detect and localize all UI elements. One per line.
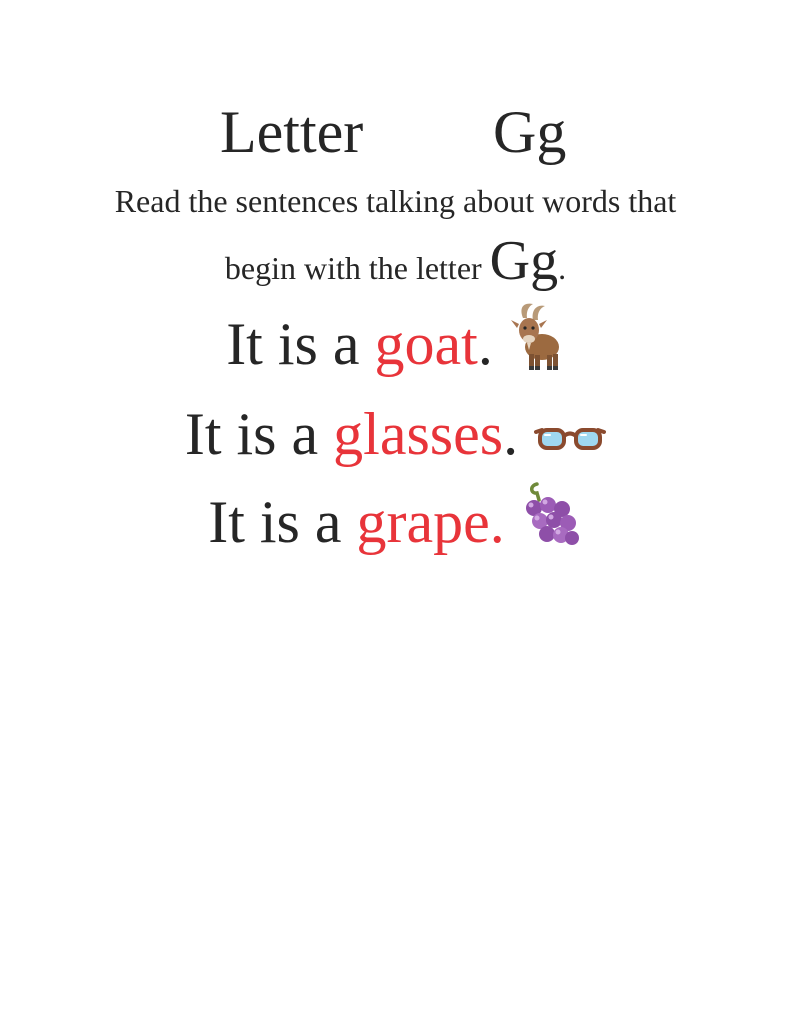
sentence-keyword: goat (374, 311, 478, 377)
instruction-line-1: Read the sentences talking about words t… (114, 183, 677, 219)
sentence-prefix: It is a (226, 311, 375, 377)
grapes-icon (521, 480, 583, 568)
sentence-glasses: It is a glasses. (0, 396, 791, 478)
sentence-keyword: grape. (356, 489, 505, 555)
sentence-prefix: It is a (208, 489, 357, 555)
sentence-prefix: It is a (184, 401, 334, 467)
sentence-period: . (477, 311, 493, 377)
instruction-letter: Gg (489, 230, 559, 292)
sentence-goat: It is a goat. (0, 303, 791, 394)
title-word: Letter (220, 99, 364, 165)
goat-icon (509, 302, 565, 390)
sentence-period: . (503, 401, 519, 467)
worksheet-page: Letter Gg Read the sentences talking abo… (0, 0, 791, 1024)
glasses-icon (534, 398, 607, 474)
instruction-line-2: begin with the letter Gg. (0, 226, 791, 303)
instruction-period: . (558, 250, 567, 286)
sentence-keyword: glasses (333, 401, 504, 467)
sentence-grape: It is a grape. (0, 482, 791, 572)
instruction-text: begin with the letter (224, 250, 490, 286)
title-letter: Gg (493, 99, 567, 165)
page-title: Letter Gg (0, 96, 791, 168)
